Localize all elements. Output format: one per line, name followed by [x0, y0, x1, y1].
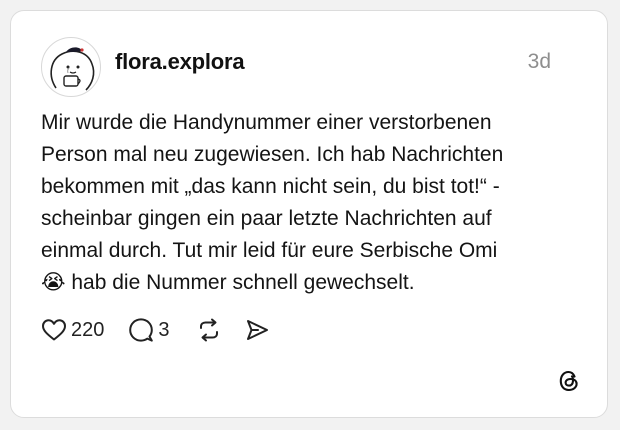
username[interactable]: flora.explora: [115, 49, 245, 75]
send-icon: [246, 320, 268, 340]
reply-count: 3: [158, 318, 170, 341]
repost-icon: [199, 318, 218, 342]
post-timestamp: 3d: [527, 50, 551, 73]
comment-bubble-icon: [129, 318, 154, 342]
share-button[interactable]: [244, 317, 270, 343]
threads-logo-icon[interactable]: [557, 369, 581, 393]
post-text: Mir wurde die Handynummer einer verstorb…: [41, 111, 504, 294]
reply-button[interactable]: 3: [128, 317, 170, 343]
action-bar: 220 3: [41, 314, 270, 346]
repost-button[interactable]: [196, 317, 222, 343]
like-count: 220: [71, 318, 105, 341]
like-button[interactable]: 220: [41, 318, 104, 342]
avatar[interactable]: [41, 37, 101, 97]
avatar-illustration: [50, 47, 95, 91]
post-card: flora.explora 3d Mir wurde die Handynumm…: [10, 10, 608, 418]
heart-icon: [42, 319, 66, 341]
